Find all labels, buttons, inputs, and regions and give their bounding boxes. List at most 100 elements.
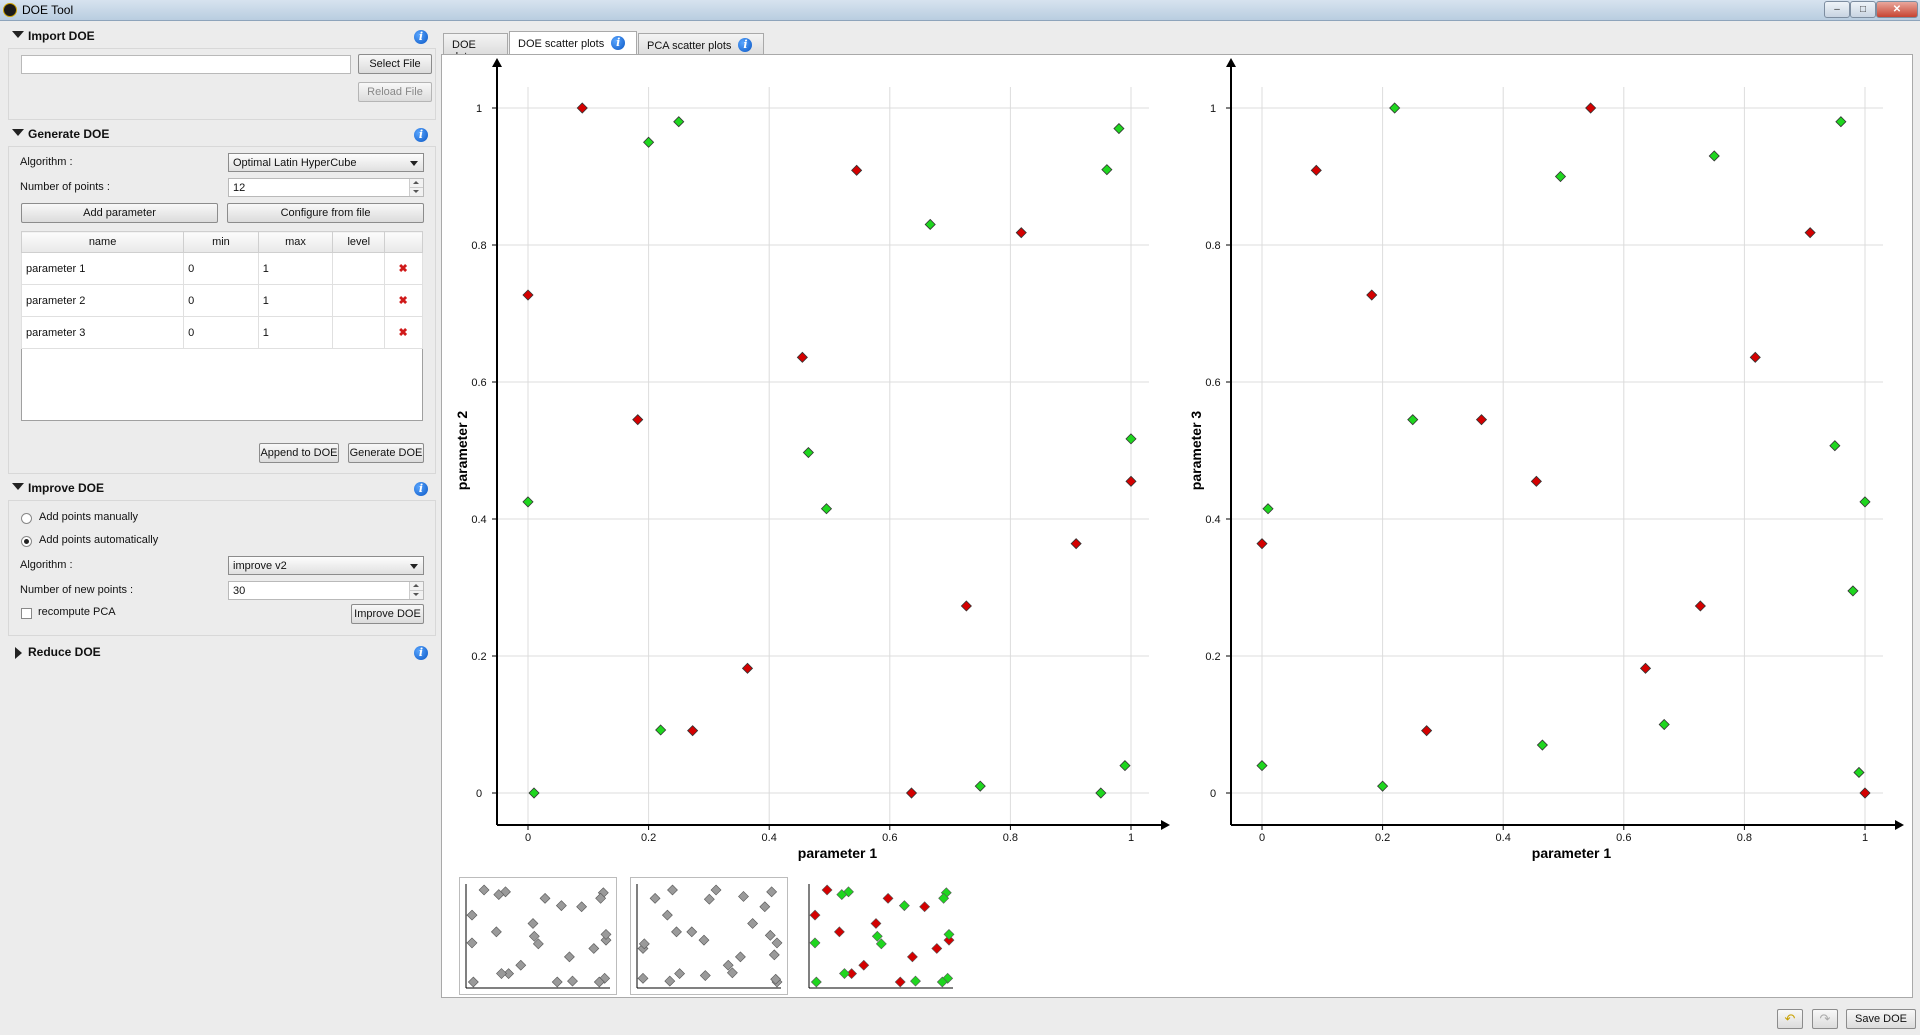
- y-tick-label: 0.4: [471, 514, 486, 526]
- data-point: [1859, 496, 1871, 508]
- undo-icon: ↶: [1784, 1011, 1796, 1026]
- undo-button[interactable]: ↶: [1777, 1009, 1803, 1029]
- info-icon[interactable]: i: [414, 482, 428, 496]
- file-path-field[interactable]: [21, 55, 351, 74]
- window-titlebar: DOE Tool – □ ✕: [0, 0, 1920, 21]
- y-tick-label: 0.6: [471, 377, 486, 389]
- save-doe-button[interactable]: Save DOE: [1846, 1009, 1916, 1029]
- add-manually-radio[interactable]: [21, 513, 32, 524]
- improve-doe-header[interactable]: Improve DOE i: [8, 478, 436, 500]
- spin-up-icon[interactable]: [409, 582, 423, 591]
- add-automatically-label[interactable]: Add points automatically: [39, 534, 158, 546]
- redo-button[interactable]: ↷: [1812, 1009, 1838, 1029]
- thumb-point: [858, 959, 870, 971]
- tab-doe-scatter-plots[interactable]: DOE scatter plots i: [509, 31, 637, 55]
- thumb-point: [698, 934, 710, 946]
- param-max-cell[interactable]: 1: [257, 284, 334, 317]
- tab-pca-scatter-plots[interactable]: PCA scatter plots i: [638, 33, 764, 55]
- param-max-cell[interactable]: 1: [257, 252, 334, 285]
- data-point: [1125, 433, 1137, 445]
- thumbnail-plot-1[interactable]: [459, 877, 617, 995]
- x-tick-label: 0.8: [1737, 832, 1752, 844]
- improve-algorithm-select[interactable]: improve v2: [228, 556, 424, 575]
- x-tick-label: 0.8: [1003, 832, 1018, 844]
- param-level-cell[interactable]: [332, 252, 386, 285]
- number-of-points-spinbox[interactable]: 12: [228, 178, 424, 197]
- import-doe-header[interactable]: Import DOE i: [8, 26, 436, 48]
- collapse-arrow-icon[interactable]: [12, 483, 24, 490]
- thumbnail-plot-2[interactable]: [630, 877, 788, 995]
- data-point: [974, 780, 986, 792]
- param-min-cell[interactable]: 0: [183, 316, 259, 349]
- collapse-arrow-icon[interactable]: [12, 31, 24, 38]
- scatter-plots-svg[interactable]: 0 0.2 0.4 0.6 0.8 1 0 0.2 0.4 0.6 0.8 1 parameter 1 p…: [442, 55, 1912, 997]
- thumb-point: [490, 926, 502, 938]
- algorithm-select[interactable]: Optimal Latin HyperCube: [228, 153, 424, 172]
- info-icon[interactable]: i: [414, 30, 428, 44]
- param-min-cell[interactable]: 0: [183, 252, 259, 285]
- thumb-point: [809, 909, 821, 921]
- maximize-button[interactable]: □: [1850, 1, 1876, 18]
- column-header-min[interactable]: min: [183, 231, 259, 253]
- add-automatically-radio[interactable]: [21, 536, 32, 547]
- data-point: [1256, 538, 1268, 550]
- column-header-name[interactable]: name: [20, 231, 185, 253]
- column-header-max[interactable]: max: [257, 231, 334, 253]
- generate-doe-header[interactable]: Generate DOE i: [8, 124, 436, 146]
- add-parameter-button[interactable]: Add parameter: [21, 203, 218, 223]
- delete-icon[interactable]: ✖: [384, 252, 423, 285]
- info-icon[interactable]: i: [414, 646, 428, 660]
- param-name-cell[interactable]: parameter 3: [20, 316, 185, 349]
- collapse-arrow-icon[interactable]: [12, 129, 24, 136]
- tab-doe-data[interactable]: DOE data: [443, 33, 508, 63]
- import-doe-title: Import DOE: [28, 29, 95, 43]
- recompute-pca-label[interactable]: recompute PCA: [38, 606, 116, 618]
- info-icon[interactable]: i: [738, 38, 753, 52]
- thumb-point: [766, 886, 778, 898]
- thumbnail-3-svg: [808, 884, 955, 989]
- param-name-cell[interactable]: parameter 2: [20, 284, 185, 317]
- param-level-cell[interactable]: [332, 284, 386, 317]
- improve-doe-body: Add points manually Add points automatic…: [8, 500, 436, 636]
- generate-doe-button[interactable]: Generate DOE: [348, 443, 424, 463]
- reload-file-button[interactable]: Reload File: [358, 82, 432, 102]
- number-of-new-points-spinbox[interactable]: 30: [228, 581, 424, 600]
- param-max-cell[interactable]: 1: [257, 316, 334, 349]
- thumb-point: [478, 884, 490, 896]
- thumb-point: [466, 937, 478, 949]
- select-file-button[interactable]: Select File: [358, 54, 432, 74]
- data-point: [1585, 102, 1597, 114]
- generate-doe-title: Generate DOE: [28, 127, 110, 141]
- delete-icon[interactable]: ✖: [384, 316, 423, 349]
- recompute-pca-checkbox[interactable]: [21, 608, 32, 619]
- y-axis-title: parameter 3: [1188, 411, 1204, 491]
- scatter-plot-2: 0 0.2 0.4 0.6 0.8 1 0 0.2 0.4 0.6 0.8 1 parameter 1 p…: [1188, 58, 1904, 861]
- param-min-cell[interactable]: 0: [183, 284, 259, 317]
- reduce-doe-header[interactable]: Reduce DOE i: [8, 642, 436, 664]
- thumb-point: [734, 951, 746, 963]
- improve-doe-button[interactable]: Improve DOE: [351, 604, 424, 624]
- column-header-level[interactable]: level: [332, 231, 386, 253]
- delete-icon[interactable]: ✖: [384, 284, 423, 317]
- minimize-button[interactable]: –: [1824, 1, 1850, 18]
- info-icon[interactable]: i: [611, 36, 626, 50]
- x-tick-label: 0.2: [641, 832, 656, 844]
- param-level-cell[interactable]: [332, 316, 386, 349]
- spin-down-icon[interactable]: [409, 591, 423, 599]
- parameter-table: name min max level parameter 1 0 1 ✖ par…: [20, 231, 423, 421]
- param-name-cell[interactable]: parameter 1: [20, 252, 185, 285]
- close-button[interactable]: ✕: [1876, 1, 1918, 18]
- thumb-point: [661, 909, 673, 921]
- spin-down-icon[interactable]: [409, 188, 423, 196]
- spin-up-icon[interactable]: [409, 179, 423, 188]
- thumbnail-plot-3[interactable]: [802, 877, 960, 995]
- table-row[interactable]: parameter 3 0 1 ✖: [20, 316, 423, 349]
- table-row[interactable]: parameter 2 0 1 ✖: [20, 284, 423, 317]
- table-row[interactable]: parameter 1 0 1 ✖: [20, 252, 423, 285]
- thumb-point: [809, 937, 821, 949]
- add-manually-label[interactable]: Add points manually: [39, 511, 138, 523]
- expand-arrow-icon[interactable]: [15, 647, 22, 659]
- info-icon[interactable]: i: [414, 128, 428, 142]
- append-to-doe-button[interactable]: Append to DOE: [259, 443, 339, 463]
- configure-from-file-button[interactable]: Configure from file: [227, 203, 424, 223]
